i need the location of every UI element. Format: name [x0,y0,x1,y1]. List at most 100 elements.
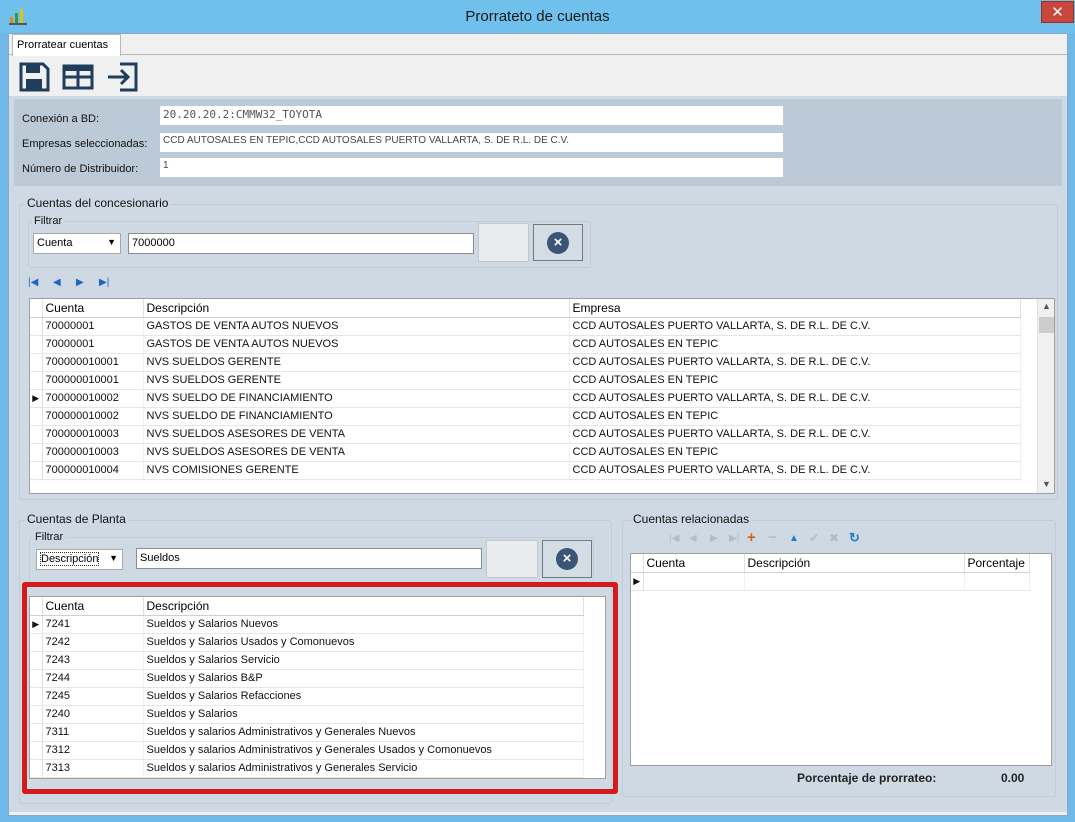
dealer-cell-2[interactable]: CCD AUTOSALES PUERTO VALLARTA, S. DE R.L… [569,461,1021,480]
grid-view-button[interactable] [60,59,96,95]
col-header-cuenta[interactable]: Cuenta [42,299,144,318]
dealer-cell-2[interactable]: CCD AUTOSALES PUERTO VALLARTA, S. DE R.L… [569,353,1021,372]
dealer-cell-1[interactable]: NVS SUELDOS GERENTE [143,353,570,372]
next-record-icon[interactable]: ▶ [76,277,84,288]
col-header-porcentaje[interactable]: Porcentaje [964,554,1030,573]
dealer-cell-0[interactable]: 700000010002 [42,389,144,408]
dealer-cell-0[interactable]: 700000010004 [42,461,144,480]
first-record-icon[interactable]: |◀ [28,277,38,288]
dealer-cell-0[interactable]: 700000010002 [42,407,144,426]
dealer-cell-1[interactable]: NVS COMISIONES GERENTE [143,461,570,480]
plant-filter-search-button[interactable] [486,540,538,578]
col-header-empresa[interactable]: Empresa [569,299,1021,318]
dealer-cell-1[interactable]: NVS SUELDOS ASESORES DE VENTA [143,425,570,444]
dealer-cell-0[interactable]: 70000001 [42,317,144,336]
tab-prorratear-cuentas[interactable]: Prorratear cuentas [12,34,121,56]
table-row[interactable]: 700000010003 NVS SUELDOS ASESORES DE VENT… [30,443,1021,462]
col-header-descripcion[interactable]: Descripción [744,554,965,573]
related-accounts-grid[interactable]: Cuenta Descripción Porcentaje ▶ [630,553,1052,766]
exit-button[interactable] [104,59,140,95]
row-indicator [30,443,43,462]
dealer-cell-0[interactable]: 700000010003 [42,425,144,444]
table-row[interactable]: 700000010003 NVS SUELDOS ASESORES DE VENT… [30,425,1021,444]
cancel-icon[interactable]: ✖ [829,531,839,545]
table-row[interactable]: 70000001 GASTOS DE VENTA AUTOS NUEVOS CCD … [30,317,1021,336]
prev-record-icon[interactable]: ◀ [53,277,61,288]
row-indicator [30,407,43,426]
related-accounts-title: Cuentas relacionadas [631,512,752,526]
dealer-cell-1[interactable]: NVS SUELDOS GERENTE [143,371,570,390]
col-header-cuenta[interactable]: Cuenta [643,554,745,573]
dealer-grid-header: Cuenta Descripción Empresa [30,299,1021,318]
connection-panel: Conexión a BD: 20.20.20.2:CMMW32_TOYOTA … [14,99,1062,186]
table-row[interactable]: 700000010004 NVS COMISIONES GERENTE CCD AU… [30,461,1021,480]
prev-record-icon[interactable]: ◀ [689,533,697,544]
close-icon: ✕ [1051,4,1064,21]
dealer-cell-2[interactable]: CCD AUTOSALES EN TEPIC [569,335,1021,354]
vertical-scrollbar[interactable]: ▲ ▼ [1037,299,1054,493]
dealer-cell-2[interactable]: CCD AUTOSALES EN TEPIC [569,371,1021,390]
plant-filter-clear-button[interactable]: × [542,540,592,578]
row-indicator [30,335,43,354]
save-icon [19,62,50,92]
table-row[interactable]: 700000010002 NVS SUELDO DE FINANCIAMIENTO… [30,407,1021,426]
dealer-cell-2[interactable]: CCD AUTOSALES PUERTO VALLARTA, S. DE R.L… [569,425,1021,444]
dealer-cell-0[interactable]: 700000010003 [42,443,144,462]
scroll-down-icon[interactable]: ▼ [1038,479,1054,489]
refresh-icon[interactable]: ↻ [849,530,860,546]
dealer-cell-1[interactable]: GASTOS DE VENTA AUTOS NUEVOS [143,335,570,354]
plant-filter-input[interactable]: Sueldos [136,548,482,569]
dealer-filter-input[interactable]: 7000000 [128,233,474,254]
dealer-cell-2[interactable]: CCD AUTOSALES PUERTO VALLARTA, S. DE R.L… [569,317,1021,336]
dealer-accounts-grid[interactable]: Cuenta Descripción Empresa 70000001 GASTO… [29,298,1055,494]
distributor-field[interactable]: 1 [160,158,783,177]
table-row[interactable]: 700000010001 NVS SUELDOS GERENTE CCD AUTOS… [30,353,1021,372]
new-row-descripcion-cell[interactable] [744,572,965,591]
dealer-cell-2[interactable]: CCD AUTOSALES EN TEPIC [569,407,1021,426]
next-record-icon[interactable]: ▶ [710,533,718,544]
dealer-cell-2[interactable]: CCD AUTOSALES EN TEPIC [569,443,1021,462]
close-button[interactable]: ✕ [1041,1,1074,23]
table-row[interactable]: 700000010001 NVS SUELDOS GERENTE CCD AUTOS… [30,371,1021,390]
table-row[interactable]: 70000001 GASTOS DE VENTA AUTOS NUEVOS CCD … [30,335,1021,354]
dealer-cell-1[interactable]: GASTOS DE VENTA AUTOS NUEVOS [143,317,570,336]
dealer-cell-2[interactable]: CCD AUTOSALES PUERTO VALLARTA, S. DE R.L… [569,389,1021,408]
new-row[interactable]: ▶ [631,572,1030,591]
grid-icon [62,64,94,90]
toolbar [9,56,1067,96]
confirm-icon[interactable]: ✔ [809,531,819,545]
current-row-indicator-icon: ▶ [30,389,43,408]
table-row[interactable]: ▶ 700000010002 NVS SUELDO DE FINANCIAMIENT… [30,389,1021,408]
move-up-icon[interactable]: ▲ [789,533,799,544]
dealer-cell-1[interactable]: NVS SUELDO DE FINANCIAMIENTO [143,407,570,426]
dealer-cell-1[interactable]: NVS SUELDOS ASESORES DE VENTA [143,443,570,462]
new-row-porcentaje-cell[interactable] [964,572,1030,591]
save-button[interactable] [16,59,52,95]
new-row-cuenta-cell[interactable] [643,572,745,591]
add-icon[interactable]: + [747,529,756,546]
plant-filter-field-select[interactable]: Descripción ▼ [36,549,123,570]
dealer-accounts-title: Cuentas del concesionario [25,196,171,210]
col-header-descripcion[interactable]: Descripción [143,299,570,318]
companies-field[interactable]: CCD AUTOSALES EN TEPIC,CCD AUTOSALES PUE… [160,133,783,152]
current-row-indicator-icon: ▶ [631,572,644,591]
plant-filter-title: Filtrar [33,531,66,543]
last-record-icon[interactable]: ▶| [729,533,739,544]
dealer-cell-0[interactable]: 70000001 [42,335,144,354]
first-record-icon[interactable]: |◀ [669,533,679,544]
dealer-cell-0[interactable]: 700000010001 [42,371,144,390]
dealer-filter-field-value: Cuenta [37,237,73,249]
dealer-filter-clear-button[interactable]: × [533,224,583,261]
prorate-total-value: 0.00 [1001,771,1025,785]
last-record-icon[interactable]: ▶| [99,277,109,288]
dealer-cell-0[interactable]: 700000010001 [42,353,144,372]
dealer-cell-1[interactable]: NVS SUELDO DE FINANCIAMIENTO [143,389,570,408]
row-indicator [30,425,43,444]
scroll-up-icon[interactable]: ▲ [1038,301,1054,311]
remove-icon[interactable]: − [768,529,777,546]
dealer-filter-search-button[interactable] [478,223,529,262]
scroll-thumb[interactable] [1039,317,1054,333]
db-field[interactable]: 20.20.20.2:CMMW32_TOYOTA [160,106,783,125]
dealer-filter-field-select[interactable]: Cuenta ▼ [33,233,121,254]
dealer-filter-title: Filtrar [32,215,65,227]
